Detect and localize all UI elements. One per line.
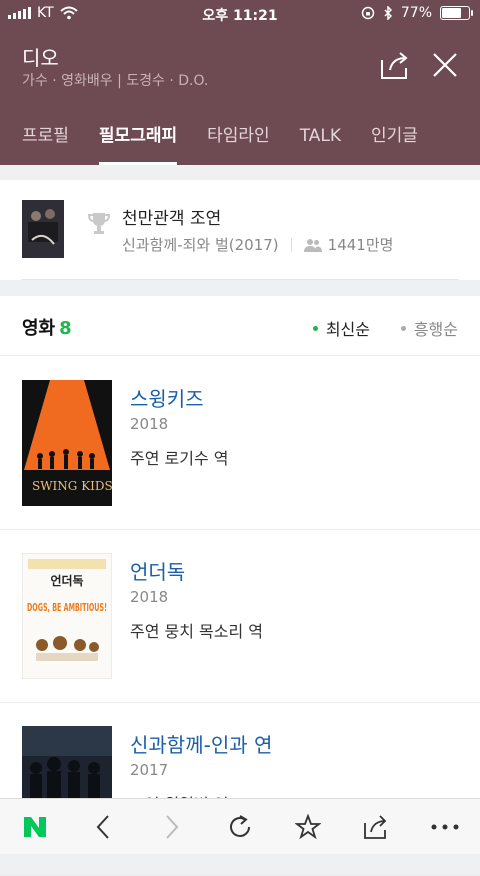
bookmark-icon[interactable] bbox=[291, 810, 325, 844]
movie-role: 주연 로기수 역 bbox=[130, 445, 229, 469]
tab-popular[interactable]: 인기글 bbox=[371, 108, 418, 165]
movie-year: 2017 bbox=[130, 761, 168, 779]
highlight-movie[interactable]: 신과함께-죄와 벌(2017) bbox=[122, 234, 279, 255]
movie-poster[interactable]: 언더독 DOGS, BE AMBITIOUS! bbox=[22, 553, 112, 679]
divider bbox=[22, 279, 458, 280]
section-title: 영화 bbox=[22, 318, 55, 339]
movie-title-link[interactable]: 언더독 bbox=[130, 556, 185, 585]
close-icon[interactable] bbox=[430, 50, 460, 80]
browser-toolbar bbox=[0, 798, 480, 854]
movie-title-link[interactable]: 신과함께-인과 연 bbox=[130, 729, 272, 758]
battery-percent: 77% bbox=[401, 5, 432, 21]
battery-icon bbox=[440, 6, 470, 20]
section-count: 8 bbox=[59, 318, 72, 339]
naver-logo[interactable] bbox=[18, 810, 52, 844]
sort-active-dot bbox=[313, 326, 318, 331]
sort-latest-button[interactable]: 최신순 bbox=[313, 316, 370, 340]
movie-section: 영화8 최신순 흥행순 SWING KIDS 스윙키즈 2018 주연 로기수 … bbox=[0, 296, 480, 854]
tab-talk[interactable]: TALK bbox=[300, 108, 341, 165]
bluetooth-icon bbox=[383, 6, 393, 20]
sort-hit-button[interactable]: 흥행순 bbox=[401, 316, 458, 340]
highlight-meta: 신과함께-죄와 벌(2017) 1441만명 bbox=[122, 234, 393, 255]
section-header: 영화8 최신순 흥행순 bbox=[0, 296, 480, 356]
section-label: 영화8 bbox=[22, 314, 72, 340]
highlight-card[interactable]: 천만관객 조연 신과함께-죄와 벌(2017) 1441만명 bbox=[0, 180, 480, 280]
page-subtitle: 가수 · 영화배우 | 도경수 · D.O. bbox=[22, 70, 208, 90]
poster-title-text: DOGS, BE AMBITIOUS! bbox=[27, 601, 107, 614]
highlight-title: 천만관객 조연 bbox=[122, 204, 221, 229]
tab-filmography[interactable]: 필모그래피 bbox=[99, 108, 177, 165]
header: 디오 가수 · 영화배우 | 도경수 · D.O. bbox=[0, 28, 480, 108]
refresh-icon[interactable] bbox=[223, 810, 257, 844]
highlight-poster[interactable] bbox=[22, 200, 64, 258]
battery-fill bbox=[442, 8, 461, 18]
status-right: 77% bbox=[361, 5, 470, 21]
poster-movie-title: 언더독 bbox=[50, 573, 83, 588]
movie-item[interactable]: 언더독 DOGS, BE AMBITIOUS! 언더독 2018 주연 뭉치 목… bbox=[0, 530, 480, 703]
tab-bar: 프로필 필모그래피 타임라인 TALK 인기글 bbox=[0, 108, 480, 165]
sort-dot bbox=[401, 326, 406, 331]
share-page-icon[interactable] bbox=[360, 810, 394, 844]
forward-icon[interactable] bbox=[155, 810, 189, 844]
share-icon[interactable] bbox=[380, 50, 412, 80]
page-title: 디오 bbox=[22, 42, 59, 71]
status-bar: KT 오후 11:21 77% bbox=[0, 0, 480, 28]
movie-item[interactable]: SWING KIDS 스윙키즈 2018 주연 로기수 역 bbox=[0, 357, 480, 530]
more-icon[interactable] bbox=[428, 810, 462, 844]
sort-latest-label: 최신순 bbox=[326, 316, 370, 340]
movie-title-link[interactable]: 스윙키즈 bbox=[130, 383, 204, 412]
movie-poster[interactable]: SWING KIDS bbox=[22, 380, 112, 506]
movie-role: 주연 뭉치 목소리 역 bbox=[130, 618, 263, 642]
people-icon bbox=[304, 238, 322, 252]
poster-title-text: SWING KIDS bbox=[32, 479, 112, 493]
tab-timeline[interactable]: 타임라인 bbox=[207, 108, 270, 165]
highlight-audience: 1441만명 bbox=[328, 234, 394, 255]
back-icon[interactable] bbox=[86, 810, 120, 844]
meta-divider bbox=[291, 238, 292, 252]
movie-year: 2018 bbox=[130, 588, 168, 606]
tab-profile[interactable]: 프로필 bbox=[22, 108, 69, 165]
movie-year: 2018 bbox=[130, 415, 168, 433]
trophy-icon bbox=[86, 210, 112, 236]
orientation-lock-icon bbox=[361, 6, 375, 20]
sort-hit-label: 흥행순 bbox=[414, 316, 458, 340]
